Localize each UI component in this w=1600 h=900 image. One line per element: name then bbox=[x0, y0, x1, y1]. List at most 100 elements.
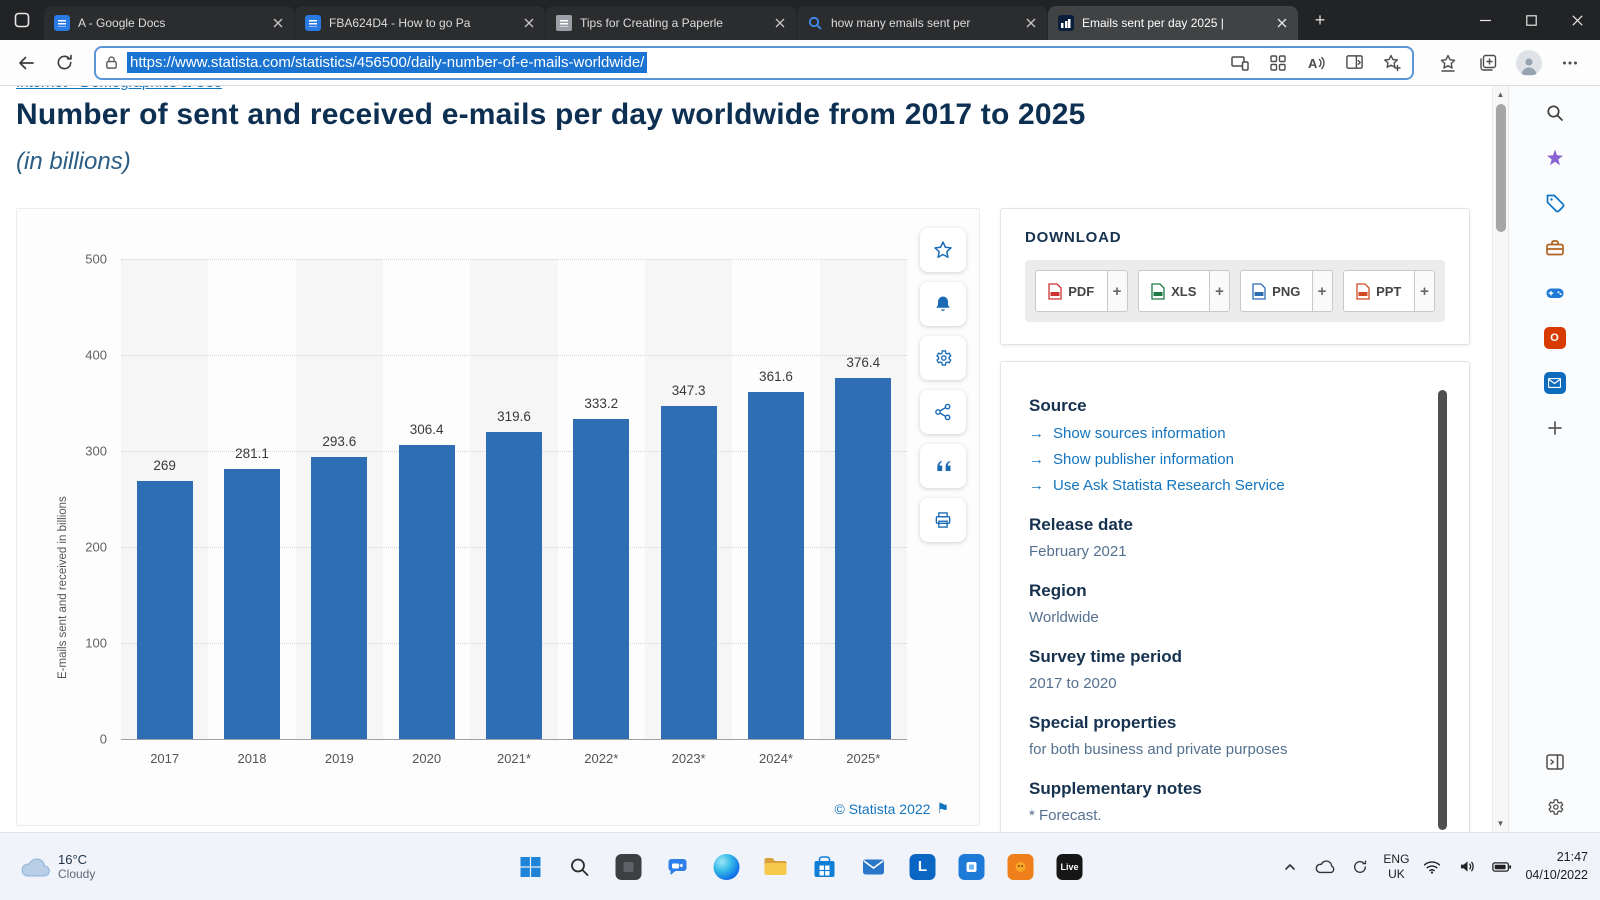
close-button[interactable] bbox=[1554, 0, 1600, 40]
tab-list: A - Google Docs FBA624D4 - How to go Pa … bbox=[44, 0, 1299, 40]
sidebar-search-button[interactable] bbox=[1542, 100, 1568, 126]
read-aloud-icon[interactable]: A bbox=[1304, 51, 1328, 75]
weather-cloud-icon bbox=[20, 856, 50, 878]
sidebar-add-button[interactable] bbox=[1542, 415, 1568, 441]
share-button[interactable] bbox=[920, 390, 966, 434]
taskbar-clock[interactable]: 21:47 04/10/2022 bbox=[1525, 849, 1592, 884]
download-png-button[interactable]: PNG + bbox=[1240, 270, 1333, 312]
sync-icon[interactable] bbox=[1348, 855, 1372, 879]
refresh-button[interactable] bbox=[48, 47, 80, 79]
taskbar-search-button[interactable] bbox=[559, 846, 601, 888]
settings-button[interactable] bbox=[920, 336, 966, 380]
sidebar-shopping-button[interactable] bbox=[1542, 190, 1568, 216]
sidebar-office-button[interactable]: O bbox=[1542, 325, 1568, 351]
live-app-icon[interactable]: Live bbox=[1049, 846, 1091, 888]
collections-icon[interactable] bbox=[1476, 51, 1500, 75]
show-sources-link[interactable]: → Show sources information bbox=[1029, 425, 1441, 442]
tab-google-docs-1[interactable]: A - Google Docs bbox=[44, 6, 294, 40]
x-axis-label: 2019 bbox=[324, 751, 354, 766]
link-label[interactable]: Use Ask Statista Research Service bbox=[1053, 477, 1285, 494]
tab-close-icon[interactable] bbox=[1023, 15, 1039, 31]
edge-icon[interactable] bbox=[706, 846, 748, 888]
photos-icon[interactable] bbox=[951, 846, 993, 888]
download-ppt-button[interactable]: PPT + bbox=[1342, 270, 1435, 312]
x-axis-label: 2021* bbox=[496, 751, 531, 766]
tab-close-icon[interactable] bbox=[772, 15, 788, 31]
linkedin-icon[interactable]: L bbox=[902, 846, 944, 888]
page-scrollbar-thumb[interactable] bbox=[1496, 104, 1506, 232]
copyright-link[interactable]: © Statista 2022 bbox=[835, 801, 931, 817]
statista-credit[interactable]: © Statista 2022 ⚑ bbox=[835, 800, 950, 817]
tab-statista-active[interactable]: Emails sent per day 2025 | bbox=[1048, 6, 1298, 40]
download-buttons: PDF + XLS + PNG + PPT + bbox=[1025, 260, 1445, 322]
browser-main-area: Internet › Demographics & Use Number of … bbox=[0, 86, 1600, 832]
url-text-selected[interactable]: https://www.statista.com/statistics/4565… bbox=[127, 52, 648, 73]
ask-statista-link[interactable]: → Use Ask Statista Research Service bbox=[1029, 477, 1441, 494]
page-scrollbar[interactable]: ▲ ▼ bbox=[1492, 86, 1508, 832]
print-button[interactable] bbox=[920, 498, 966, 542]
sidebar-tools-button[interactable] bbox=[1542, 235, 1568, 261]
tray-chevron-up-icon[interactable] bbox=[1278, 855, 1302, 879]
scroll-up-arrow[interactable]: ▲ bbox=[1493, 90, 1508, 99]
volume-icon[interactable] bbox=[1455, 855, 1479, 879]
profile-avatar[interactable] bbox=[1516, 49, 1542, 76]
sidebar-discover-button[interactable] bbox=[1542, 145, 1568, 171]
sidebar-open-panel-button[interactable] bbox=[1542, 749, 1568, 775]
sidebar-settings-button[interactable] bbox=[1542, 794, 1568, 820]
sidebar-outlook-button[interactable] bbox=[1542, 370, 1568, 396]
download-png-plus[interactable]: + bbox=[1311, 271, 1332, 311]
tab-google-docs-2[interactable]: FBA624D4 - How to go Pa bbox=[295, 6, 545, 40]
microsoft-store-icon[interactable] bbox=[804, 846, 846, 888]
language-indicator[interactable]: ENG UK bbox=[1383, 852, 1409, 882]
onedrive-icon[interactable] bbox=[1313, 855, 1337, 879]
x-axis-label: 2024* bbox=[758, 751, 793, 766]
tab-close-icon[interactable] bbox=[270, 15, 286, 31]
download-pdf-button[interactable]: PDF + bbox=[1035, 270, 1128, 312]
alert-button[interactable] bbox=[920, 282, 966, 326]
sidebar-games-button[interactable] bbox=[1542, 280, 1568, 306]
apps-grid-icon[interactable] bbox=[1266, 51, 1290, 75]
cite-button[interactable] bbox=[920, 444, 966, 488]
immersive-reader-icon[interactable] bbox=[1342, 51, 1366, 75]
panel-scrollbar-thumb[interactable] bbox=[1438, 390, 1447, 830]
download-xls-plus[interactable]: + bbox=[1209, 271, 1229, 311]
address-bar[interactable]: https://www.statista.com/statistics/4565… bbox=[94, 45, 1414, 80]
maximize-button[interactable] bbox=[1508, 0, 1554, 40]
download-xls-button[interactable]: XLS + bbox=[1137, 270, 1230, 312]
download-pdf-label: PDF bbox=[1068, 283, 1095, 299]
show-publisher-link[interactable]: → Show publisher information bbox=[1029, 451, 1441, 468]
add-favorite-icon[interactable] bbox=[1380, 51, 1404, 75]
start-button[interactable] bbox=[510, 846, 552, 888]
tab-search-results[interactable]: how many emails sent per bbox=[797, 6, 1047, 40]
window-controls bbox=[1462, 0, 1600, 40]
mail-icon[interactable] bbox=[853, 846, 895, 888]
workspaces-button[interactable] bbox=[0, 0, 44, 40]
send-to-devices-icon[interactable] bbox=[1228, 51, 1252, 75]
battery-icon[interactable] bbox=[1490, 855, 1514, 879]
scroll-down-arrow[interactable]: ▼ bbox=[1493, 819, 1508, 828]
more-menu-icon[interactable] bbox=[1558, 51, 1582, 75]
chart-columns: 269 2017 281.1 2018 293.6 2019 306.4 2020 319.6 2… bbox=[121, 259, 907, 766]
weather-widget[interactable]: 16°C Cloudy bbox=[12, 833, 103, 900]
language-code: ENG bbox=[1383, 851, 1410, 866]
breadcrumb[interactable]: Internet › Demographics & Use bbox=[16, 86, 222, 91]
teams-chat-icon[interactable] bbox=[657, 846, 699, 888]
minimize-button[interactable] bbox=[1462, 0, 1508, 40]
download-ppt-plus[interactable]: + bbox=[1414, 271, 1434, 311]
tab-close-icon[interactable] bbox=[1274, 15, 1290, 31]
dark-app-icon[interactable] bbox=[608, 846, 650, 888]
pinned-app-orange-icon[interactable] bbox=[1000, 846, 1042, 888]
weather-temp: 16°C bbox=[58, 852, 88, 867]
back-button[interactable] bbox=[10, 47, 42, 79]
download-pdf-plus[interactable]: + bbox=[1106, 271, 1127, 311]
wifi-icon[interactable] bbox=[1420, 855, 1444, 879]
favorite-chart-button[interactable] bbox=[920, 228, 966, 272]
tab-tips-article[interactable]: Tips for Creating a Paperle bbox=[546, 6, 796, 40]
file-explorer-icon[interactable] bbox=[755, 846, 797, 888]
tab-close-icon[interactable] bbox=[521, 15, 537, 31]
new-tab-button[interactable]: + bbox=[1305, 5, 1335, 35]
favorites-icon[interactable] bbox=[1436, 51, 1460, 75]
flag-icon: ⚑ bbox=[936, 800, 949, 816]
link-label[interactable]: Show sources information bbox=[1053, 425, 1226, 442]
link-label[interactable]: Show publisher information bbox=[1053, 451, 1234, 468]
